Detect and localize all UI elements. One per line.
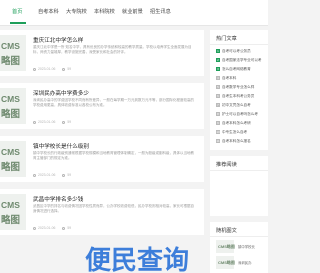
top-nav: 首页 自考本科 大专院校 本科院校 就业前景 招生讯息 — [0, 0, 268, 26]
clock-icon — [33, 226, 36, 230]
rank-badge: 2 — [216, 58, 220, 63]
article-card[interactable]: CMS 略图 重庆江北中学怎么样 重庆江北中学是一所 知名中学，具有优良的办学传… — [0, 30, 204, 76]
hot-article-link[interactable]: 11 自考本科怎么报名 — [216, 139, 268, 144]
hot-article-link[interactable]: 8 护士可以自考吗怎么考 — [216, 112, 268, 117]
article-thumbnail[interactable]: CMS 略图 — [0, 141, 26, 177]
rank-badge: 8 — [216, 112, 220, 117]
rank-badge: 11 — [216, 139, 220, 144]
hot-article-link[interactable]: 2 自考国家法学专业可以考 — [216, 58, 268, 63]
article-title[interactable]: 武昌中学排名多少钱 — [33, 195, 83, 203]
eye-icon — [62, 173, 66, 177]
article-summary: 深圳民办高中的学费因学校不同而有所差异，一般在每学期一万元到数万元不等，部分国际… — [33, 98, 194, 108]
clock-icon — [33, 173, 36, 177]
hot-article-link[interactable]: 6 自考生本科考公务员 — [216, 94, 268, 99]
hot-article-link[interactable]: 5 自考数学专业怎么样 — [216, 85, 268, 90]
article-thumbnail[interactable]: CMS 略图 — [0, 35, 26, 71]
article-views: 59 — [67, 67, 72, 71]
article-thumbnail[interactable]: CMS 略图 — [0, 194, 26, 230]
article-card[interactable]: CMS 略图 武昌中学排名多少钱 武昌区中学的排名与收费情况因学校性质而异，公办… — [0, 189, 204, 235]
article-views: 59 — [67, 226, 72, 230]
nav-item-admissions[interactable]: 招生讯息 — [150, 8, 171, 15]
article-date: 2023-01-06 — [38, 120, 56, 124]
rank-badge: 6 — [216, 94, 220, 99]
article-card[interactable]: CMS 略图 镇中学校长是什么级别 镇中学校长的行政级别通常根据学校规模和当地教… — [0, 136, 204, 182]
article-title[interactable]: 重庆江北中学怎么样 — [33, 36, 83, 44]
rank-badge: 7 — [216, 103, 220, 108]
random-posts-panel: 随机图文 CMS略图 镇中学校长 CMS略图 深圳民办 — [210, 222, 268, 273]
article-card[interactable]: CMS 略图 深圳民办高中学费多少 深圳民办高中的学费因学校不同而有所差异，一般… — [0, 83, 204, 129]
article-summary: 镇中学校长的行政级别通常根据学校规模和当地教育管理体制确定，一般为股级或副科级，… — [33, 151, 194, 161]
hot-article-link[interactable]: 7 初中文凭怎么自考 — [216, 103, 268, 108]
nav-item-colleges[interactable]: 大专院校 — [66, 8, 87, 15]
article-meta: 2023-01-06 59 — [33, 173, 71, 177]
rank-badge: 5 — [216, 85, 220, 90]
divider — [210, 44, 268, 45]
article-title[interactable]: 深圳民办高中学费多少 — [33, 89, 89, 97]
panel-title: 推荐阅读 — [216, 162, 237, 168]
article-thumbnail[interactable]: CMS 略图 — [0, 88, 26, 124]
panel-title: 热门文章 — [216, 36, 237, 42]
rank-badge: 1 — [216, 49, 220, 54]
hot-article-link[interactable]: 1 自考可以考公务员 — [216, 49, 268, 54]
nav-item-career[interactable]: 就业前景 — [122, 8, 143, 15]
article-date: 2023-01-06 — [38, 67, 56, 71]
rank-badge: 9 — [216, 121, 220, 126]
recommended-panel: 推荐阅读 — [210, 156, 268, 216]
panel-title: 随机图文 — [216, 228, 237, 234]
article-views: 59 — [67, 120, 72, 124]
random-post-link[interactable]: 深圳民办 — [238, 260, 252, 265]
article-title[interactable]: 镇中学校长是什么级别 — [33, 142, 89, 150]
hot-article-link[interactable]: 10 中专生怎么自考 — [216, 130, 268, 135]
watermark-logo: 便民查询 — [85, 246, 190, 273]
random-post-thumbnail[interactable]: CMS略图 — [216, 240, 235, 253]
article-meta: 2023-01-06 59 — [33, 120, 71, 124]
eye-icon — [62, 67, 66, 71]
hot-article-link[interactable]: 3 怎么自考网络教育 — [216, 67, 268, 72]
random-post-thumbnail[interactable]: CMS略图 — [216, 256, 235, 269]
nav-active-indicator — [10, 22, 26, 24]
article-views: 59 — [67, 173, 72, 177]
article-date: 2023-01-06 — [38, 226, 56, 230]
hot-article-link[interactable]: 4 自考本科 — [216, 76, 268, 81]
rank-badge: 4 — [216, 76, 220, 81]
hot-article-link[interactable]: 9 自考本科怎么考研 — [216, 121, 268, 126]
article-meta: 2023-01-06 59 — [33, 226, 71, 230]
random-post-link[interactable]: 镇中学校长 — [238, 244, 255, 249]
clock-icon — [33, 67, 36, 71]
article-summary: 武昌区中学的排名与收费情况因学校性质而异，公办学校收费较低，民办学校则相对较高，… — [33, 204, 194, 214]
divider — [210, 170, 268, 171]
rank-badge: 3 — [216, 67, 220, 72]
hot-articles-panel: 热门文章 1 自考可以考公务员 2 自考国家法学专业可以考 3 怎么自考网络教育 4自… — [210, 30, 268, 150]
divider — [210, 236, 268, 237]
article-summary: 重庆江北中学是一所 知名中学，具有优良的办学传统和较高的教学质量。学校以培养学生… — [33, 45, 192, 55]
eye-icon — [62, 226, 66, 230]
nav-item-self-study-bachelor[interactable]: 自考本科 — [38, 8, 59, 15]
clock-icon — [33, 120, 36, 124]
eye-icon — [62, 120, 66, 124]
article-meta: 2023-01-06 59 — [33, 67, 71, 71]
nav-item-home[interactable]: 首页 — [12, 8, 22, 15]
rank-badge: 10 — [216, 130, 220, 135]
article-date: 2023-01-06 — [38, 173, 56, 177]
nav-item-universities[interactable]: 本科院校 — [94, 8, 115, 15]
